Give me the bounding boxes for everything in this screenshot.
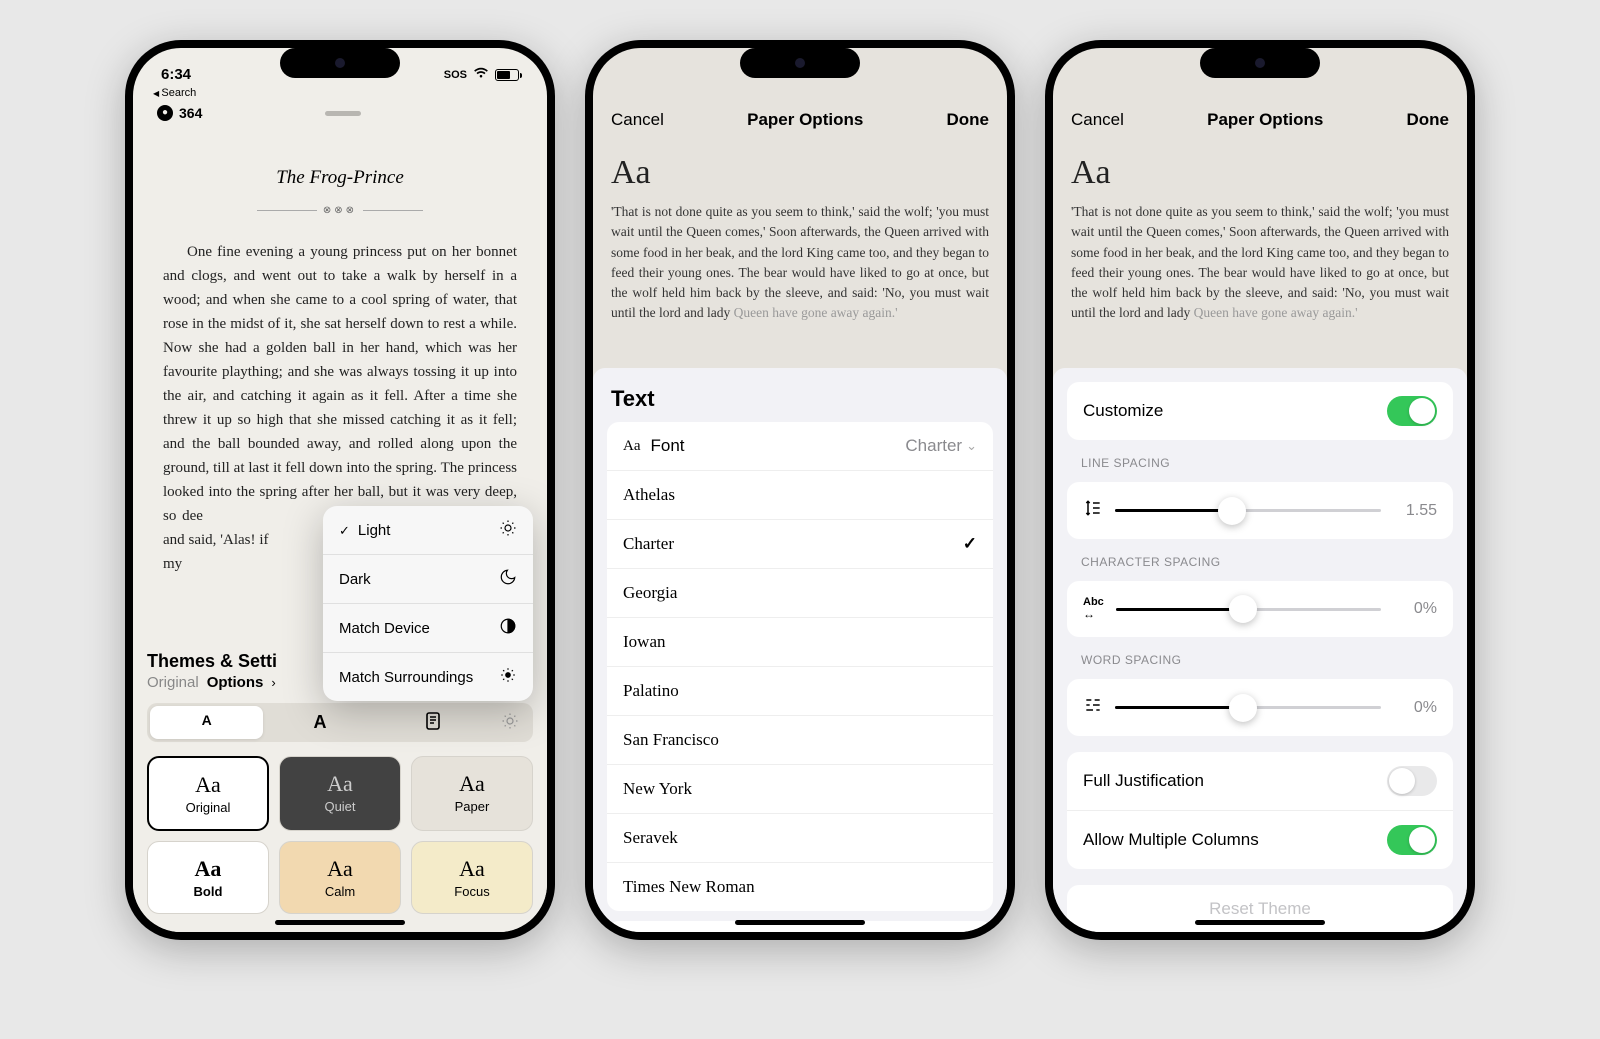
status-time: 6:34 bbox=[161, 66, 191, 83]
chevron-right-icon: › bbox=[271, 675, 275, 690]
font-option-new-york[interactable]: New York bbox=[607, 765, 993, 814]
word-spacing-icon bbox=[1083, 695, 1103, 720]
options-sheet[interactable]: Text Aa Font Charter⌄ AthelasCharter✓Geo… bbox=[593, 368, 1007, 932]
device-notch bbox=[1200, 48, 1320, 78]
textsize-small[interactable]: A bbox=[150, 706, 263, 739]
line-spacing-card: 1.55 bbox=[1067, 482, 1453, 539]
contrast-icon bbox=[499, 617, 517, 639]
status-right: SOS bbox=[444, 67, 519, 82]
sos-label: SOS bbox=[444, 69, 467, 81]
theme-bold[interactable]: AaBold bbox=[147, 841, 269, 914]
chevron-down-icon: ⌄ bbox=[966, 438, 977, 454]
moon-icon bbox=[499, 568, 517, 590]
char-spacing-slider[interactable] bbox=[1116, 608, 1381, 611]
section-text: Text bbox=[593, 368, 1007, 422]
checkmark-icon: ✓ bbox=[963, 534, 977, 554]
ambient-icon bbox=[499, 666, 517, 688]
font-option-seravek[interactable]: Seravek bbox=[607, 814, 993, 863]
modal-header: Cancel Paper Options Done bbox=[593, 92, 1007, 144]
sheet-grabber[interactable] bbox=[325, 111, 361, 116]
font-option-times-new-roman[interactable]: Times New Roman bbox=[607, 863, 993, 911]
line-spacing-label: LINE SPACING bbox=[1053, 440, 1467, 476]
font-card: Aa Font Charter⌄ AthelasCharter✓GeorgiaI… bbox=[607, 422, 993, 911]
phone-1: 6:34 SOS Search ● 364 The Frog-Prince ⊗⊗… bbox=[125, 40, 555, 940]
allow-columns-toggle[interactable] bbox=[1387, 825, 1437, 855]
modal-header: Cancel Paper Options Done bbox=[1053, 92, 1467, 144]
device-notch bbox=[740, 48, 860, 78]
char-spacing-icon: Abc↔ bbox=[1083, 597, 1104, 621]
line-spacing-icon bbox=[1083, 498, 1103, 523]
device-notch bbox=[280, 48, 400, 78]
menu-dark[interactable]: Dark bbox=[323, 555, 533, 604]
page-number: 364 bbox=[179, 105, 202, 121]
home-indicator[interactable] bbox=[735, 920, 865, 925]
phone-3: Cancel Paper Options Done Aa 'That is no… bbox=[1045, 40, 1475, 940]
scroll-mode-icon[interactable] bbox=[377, 706, 490, 739]
menu-light[interactable]: ✓Light bbox=[323, 506, 533, 555]
preview-body: 'That is not done quite as you seem to t… bbox=[611, 202, 989, 324]
theme-focus[interactable]: AaFocus bbox=[411, 841, 533, 914]
word-spacing-card: 0% bbox=[1067, 679, 1453, 736]
brightness-mode-menu: ✓Light Dark Match Device Match Surroundi… bbox=[323, 506, 533, 701]
home-indicator[interactable] bbox=[275, 920, 405, 925]
done-button[interactable]: Done bbox=[1406, 110, 1449, 130]
text-preview: Aa 'That is not done quite as you seem t… bbox=[593, 144, 1007, 342]
line-spacing-slider[interactable] bbox=[1115, 509, 1381, 512]
font-option-athelas[interactable]: Athelas bbox=[607, 471, 993, 520]
menu-match-surroundings[interactable]: Match Surroundings bbox=[323, 653, 533, 701]
menu-match-device[interactable]: Match Device bbox=[323, 604, 533, 653]
font-option-georgia[interactable]: Georgia bbox=[607, 569, 993, 618]
phone-2: Cancel Paper Options Done Aa 'That is no… bbox=[585, 40, 1015, 940]
word-spacing-value: 0% bbox=[1393, 699, 1437, 717]
justify-card: Full Justification Allow Multiple Column… bbox=[1067, 752, 1453, 869]
theme-quiet[interactable]: AaQuiet bbox=[279, 756, 401, 831]
options-sheet[interactable]: Customize LINE SPACING 1.55 CHARACTER SP… bbox=[1053, 368, 1467, 932]
customize-toggle[interactable] bbox=[1387, 396, 1437, 426]
theme-paper[interactable]: AaPaper bbox=[411, 756, 533, 831]
word-spacing-slider[interactable] bbox=[1115, 706, 1381, 709]
chapter-title: The Frog-Prince bbox=[133, 167, 547, 189]
line-spacing-value: 1.55 bbox=[1393, 502, 1437, 520]
chapter-divider: ⊗⊗⊗ bbox=[133, 205, 547, 216]
customize-row[interactable]: Customize bbox=[1067, 382, 1453, 440]
cancel-button[interactable]: Cancel bbox=[611, 110, 664, 130]
text-preview: Aa 'That is not done quite as you seem t… bbox=[1053, 144, 1467, 342]
theme-segmented-control: A A bbox=[147, 703, 533, 742]
font-option-charter[interactable]: Charter✓ bbox=[607, 520, 993, 569]
allow-columns-row[interactable]: Allow Multiple Columns bbox=[1067, 811, 1453, 869]
done-button[interactable]: Done bbox=[946, 110, 989, 130]
font-option-palatino[interactable]: Palatino bbox=[607, 667, 993, 716]
textsize-large[interactable]: A bbox=[263, 706, 376, 739]
font-selector-row[interactable]: Aa Font Charter⌄ bbox=[607, 422, 993, 471]
wifi-icon bbox=[473, 67, 489, 82]
preview-body: 'That is not done quite as you seem to t… bbox=[1071, 202, 1449, 324]
modal-title: Paper Options bbox=[747, 110, 863, 130]
preview-aa: Aa bbox=[611, 154, 989, 192]
page-dot-icon: ● bbox=[157, 105, 173, 121]
customize-card: Customize bbox=[1067, 382, 1453, 440]
char-spacing-card: Abc↔ 0% bbox=[1067, 581, 1453, 637]
full-justification-row[interactable]: Full Justification bbox=[1067, 752, 1453, 811]
font-option-san-francisco[interactable]: San Francisco bbox=[607, 716, 993, 765]
word-spacing-label: WORD SPACING bbox=[1053, 637, 1467, 673]
theme-grid: AaOriginal AaQuiet AaPaper AaBold AaCalm… bbox=[147, 756, 533, 914]
back-crumb[interactable]: Search bbox=[133, 87, 547, 99]
theme-original[interactable]: AaOriginal bbox=[147, 756, 269, 831]
battery-icon bbox=[495, 69, 519, 81]
preview-aa: Aa bbox=[1071, 154, 1449, 192]
home-indicator[interactable] bbox=[1195, 920, 1325, 925]
char-spacing-value: 0% bbox=[1393, 600, 1437, 618]
justification-toggle[interactable] bbox=[1387, 766, 1437, 796]
sun-icon bbox=[499, 519, 517, 541]
char-spacing-label: CHARACTER SPACING bbox=[1053, 539, 1467, 575]
theme-calm[interactable]: AaCalm bbox=[279, 841, 401, 914]
font-option-iowan[interactable]: Iowan bbox=[607, 618, 993, 667]
cancel-button[interactable]: Cancel bbox=[1071, 110, 1124, 130]
modal-title: Paper Options bbox=[1207, 110, 1323, 130]
brightness-button[interactable] bbox=[490, 706, 530, 739]
